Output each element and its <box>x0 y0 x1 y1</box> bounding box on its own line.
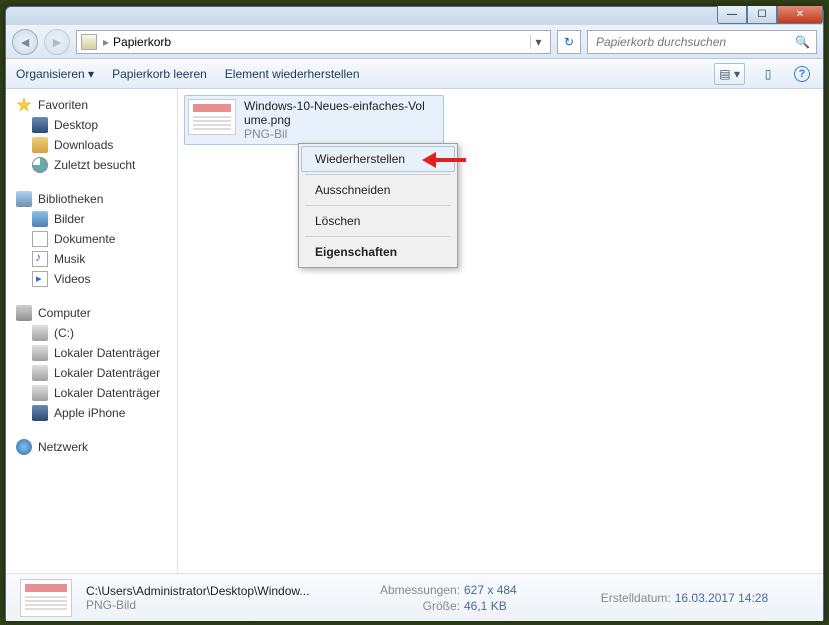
libraries-header[interactable]: Bibliotheken <box>10 189 173 209</box>
file-thumbnail <box>188 99 236 135</box>
created-value: 16.03.2017 14:28 <box>675 591 768 605</box>
forward-button[interactable]: ► <box>44 29 70 55</box>
network-icon <box>16 439 32 455</box>
nav-bar: ◄ ► ▸ Papierkorb ▾ ↻ 🔍 <box>6 25 823 59</box>
sidebar-item-desktop[interactable]: Desktop <box>10 115 173 135</box>
command-bar: Organisieren ▾ Papierkorb leeren Element… <box>6 59 823 89</box>
file-info: Windows-10-Neues-einfaches-Volume.png PN… <box>244 99 425 141</box>
help-button[interactable]: ? <box>791 63 813 85</box>
refresh-button[interactable]: ↻ <box>557 30 581 54</box>
sidebar-item-recent[interactable]: Zuletzt besucht <box>10 155 173 175</box>
maximize-button[interactable]: ☐ <box>747 6 777 24</box>
network-header[interactable]: Netzwerk <box>10 437 173 457</box>
computer-icon <box>16 305 32 321</box>
sidebar-item-local-disk[interactable]: Lokaler Datenträger <box>10 383 173 403</box>
annotation-arrow <box>434 152 478 168</box>
navigation-pane[interactable]: Favoriten Desktop Downloads Zuletzt besu… <box>6 89 178 573</box>
minimize-button[interactable]: — <box>717 6 747 24</box>
chevron-right-icon: ▸ <box>103 35 109 49</box>
sidebar-item-downloads[interactable]: Downloads <box>10 135 173 155</box>
back-button[interactable]: ◄ <box>12 29 38 55</box>
details-pane: C:\Users\Administrator\Desktop\Window...… <box>6 573 823 621</box>
separator <box>305 174 451 175</box>
star-icon <box>16 97 32 113</box>
size-label: Größe: <box>360 599 460 613</box>
sidebar-item-pictures[interactable]: Bilder <box>10 209 173 229</box>
created-label: Erstelldatum: <box>571 591 671 605</box>
empty-recycle-bin-button[interactable]: Papierkorb leeren <box>112 67 207 81</box>
libraries-icon <box>16 191 32 207</box>
drive-icon <box>32 345 48 361</box>
search-icon[interactable]: 🔍 <box>795 35 810 49</box>
ctx-delete[interactable]: Löschen <box>301 208 455 234</box>
videos-icon <box>32 271 48 287</box>
device-icon <box>32 405 48 421</box>
address-bar[interactable]: ▸ Papierkorb ▾ <box>76 30 551 54</box>
file-item[interactable]: Windows-10-Neues-einfaches-Volume.png PN… <box>184 95 444 145</box>
file-type-label: PNG-Bil <box>244 127 425 141</box>
recent-icon <box>32 157 48 173</box>
address-dropdown[interactable]: ▾ <box>530 35 546 49</box>
documents-icon <box>32 231 48 247</box>
sidebar-item-documents[interactable]: Dokumente <box>10 229 173 249</box>
preview-pane-button[interactable]: ▯ <box>757 63 779 85</box>
pictures-icon <box>32 211 48 227</box>
dimensions-value: 627 x 484 <box>464 583 517 597</box>
file-list[interactable]: Windows-10-Neues-einfaches-Volume.png PN… <box>178 89 823 573</box>
favorites-header[interactable]: Favoriten <box>10 95 173 115</box>
drive-icon <box>32 385 48 401</box>
titlebar[interactable]: — ☐ ✕ <box>6 7 823 25</box>
separator <box>305 236 451 237</box>
size-value: 46,1 KB <box>464 599 507 613</box>
restore-item-button[interactable]: Element wiederherstellen <box>225 67 360 81</box>
window-controls: — ☐ ✕ <box>717 6 823 24</box>
ctx-properties[interactable]: Eigenschaften <box>301 239 455 265</box>
sidebar-item-music[interactable]: Musik <box>10 249 173 269</box>
desktop-icon <box>32 117 48 133</box>
downloads-icon <box>32 137 48 153</box>
close-button[interactable]: ✕ <box>777 6 823 24</box>
drive-icon <box>32 365 48 381</box>
search-box[interactable]: 🔍 <box>587 30 817 54</box>
explorer-window: — ☐ ✕ ◄ ► ▸ Papierkorb ▾ ↻ 🔍 Organisiere… <box>5 6 824 620</box>
computer-header[interactable]: Computer <box>10 303 173 323</box>
details-thumbnail <box>20 579 72 617</box>
organize-menu[interactable]: Organisieren ▾ <box>16 67 94 81</box>
sidebar-item-drive-c[interactable]: (C:) <box>10 323 173 343</box>
dimensions-label: Abmessungen: <box>360 583 460 597</box>
file-name: Windows-10-Neues-einfaches-Volume.png <box>244 99 425 127</box>
separator <box>305 205 451 206</box>
sidebar-item-local-disk[interactable]: Lokaler Datenträger <box>10 363 173 383</box>
drive-icon <box>32 325 48 341</box>
details-filetype: PNG-Bild <box>86 598 346 612</box>
search-input[interactable] <box>594 34 795 50</box>
ctx-cut[interactable]: Ausschneiden <box>301 177 455 203</box>
sidebar-item-local-disk[interactable]: Lokaler Datenträger <box>10 343 173 363</box>
view-options-button[interactable]: ▤ ▾ <box>714 63 745 85</box>
sidebar-item-videos[interactable]: Videos <box>10 269 173 289</box>
details-path: C:\Users\Administrator\Desktop\Window... <box>86 584 346 598</box>
recycle-bin-icon <box>81 34 97 50</box>
address-location: Papierkorb <box>113 35 171 49</box>
sidebar-item-iphone[interactable]: Apple iPhone <box>10 403 173 423</box>
music-icon <box>32 251 48 267</box>
